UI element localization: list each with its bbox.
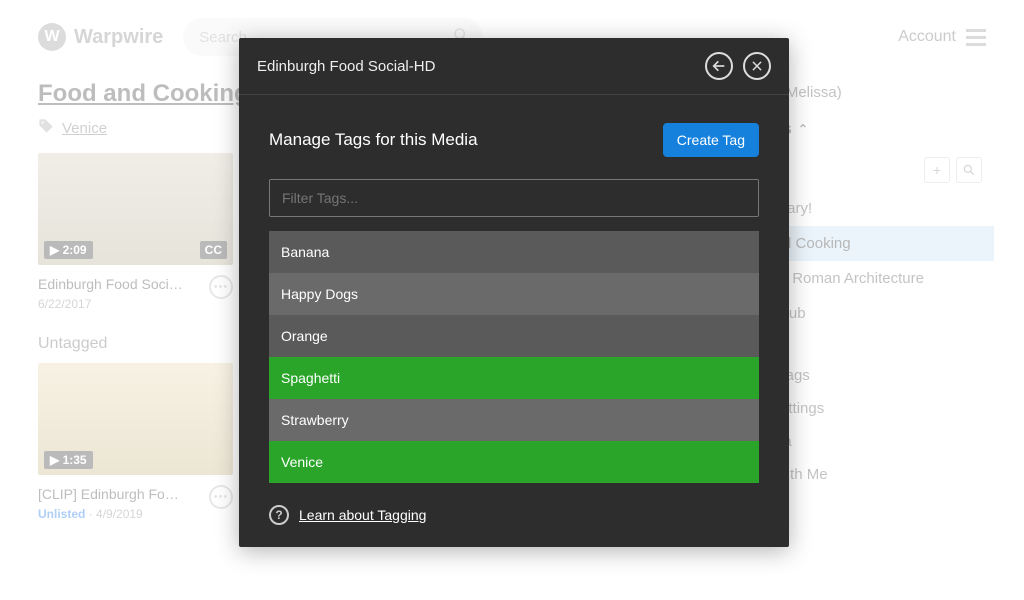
tag-option[interactable]: Spaghetti <box>269 357 759 399</box>
help-icon: ? <box>269 505 289 525</box>
back-button[interactable] <box>705 52 733 80</box>
create-tag-button[interactable]: Create Tag <box>663 123 759 157</box>
learn-tagging-link[interactable]: Learn about Tagging <box>299 507 426 523</box>
tag-option[interactable]: Orange <box>269 315 759 357</box>
modal-header: Edinburgh Food Social-HD <box>239 38 789 95</box>
tag-option[interactable]: Banana <box>269 231 759 273</box>
filter-tags-input[interactable] <box>269 179 759 217</box>
modal-title: Manage Tags for this Media <box>269 130 478 150</box>
tag-option[interactable]: Venice <box>269 441 759 483</box>
tag-option[interactable]: Strawberry <box>269 399 759 441</box>
tag-list: Banana Happy Dogs Orange Spaghetti Straw… <box>269 231 759 483</box>
manage-tags-modal: Edinburgh Food Social-HD Manage Tags for… <box>239 38 789 547</box>
tag-option[interactable]: Happy Dogs <box>269 273 759 315</box>
modal-header-title: Edinburgh Food Social-HD <box>257 58 435 75</box>
close-button[interactable] <box>743 52 771 80</box>
